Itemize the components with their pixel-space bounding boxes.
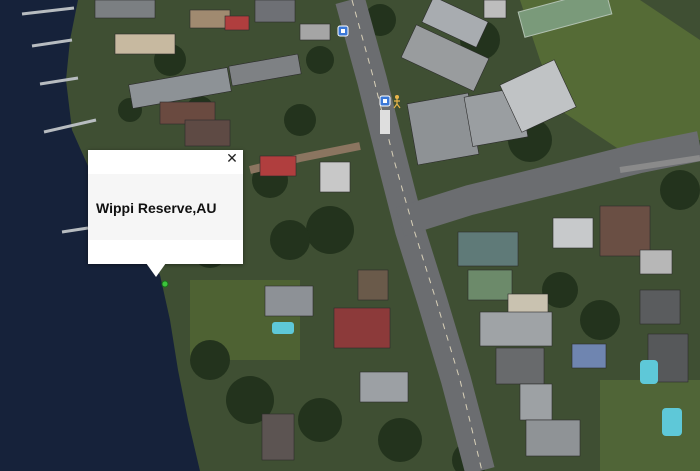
place-title: Wippi Reserve,AU bbox=[96, 200, 217, 216]
bus-vehicle bbox=[380, 110, 390, 134]
bus-stop-icon[interactable] bbox=[379, 95, 391, 107]
location-marker-icon[interactable] bbox=[161, 280, 169, 288]
bus-stop-icon[interactable] bbox=[337, 25, 349, 37]
info-window: Wippi Reserve,AU ✕ bbox=[88, 150, 243, 264]
close-icon[interactable]: ✕ bbox=[225, 152, 239, 166]
info-window-pointer bbox=[146, 263, 166, 277]
